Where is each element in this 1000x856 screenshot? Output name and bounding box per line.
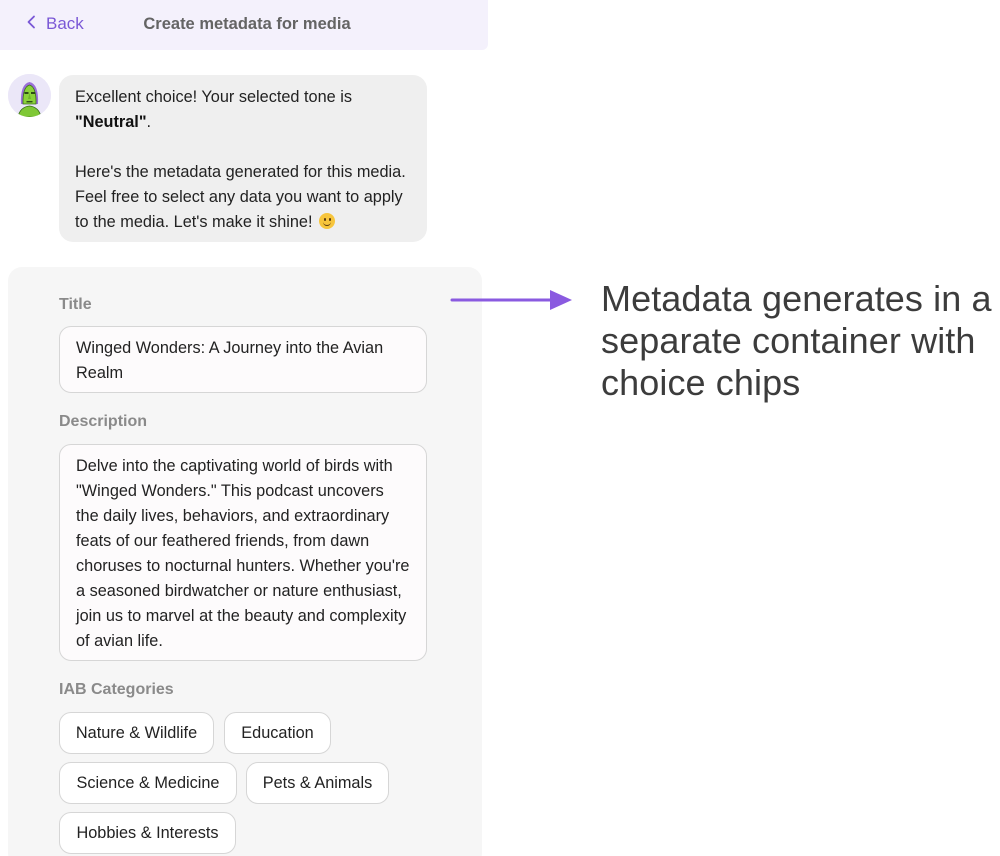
message-line-2: Here's the metadata generated for this m… [75,163,406,231]
message-period: . [146,113,152,131]
category-chip[interactable]: Pets & Animals [246,762,389,804]
assistant-message-bubble: Excellent choice! Your selected tone is … [59,75,427,242]
smiling-face-icon [319,213,336,229]
page-title: Create metadata for media [143,15,351,33]
title-label: Title [59,296,92,313]
message-line-1: Excellent choice! Your selected tone is [75,88,352,106]
category-chip[interactable]: Science & Medicine [59,762,237,804]
annotation-text: Metadata generates in a separate contain… [601,278,992,403]
title-field[interactable]: Winged Wonders: A Journey into the Avian… [59,326,427,393]
description-label: Description [59,413,148,430]
category-chip[interactable]: Education [224,712,331,754]
app-frame: Back Create metadata for media Excellent… [0,0,1000,856]
top-bar: Back Create metadata for media [0,0,488,50]
selected-tone: "Neutral" [75,113,147,131]
arrow-right-icon [450,290,572,310]
category-chip[interactable]: Nature & Wildlife [59,712,214,754]
assistant-avatar [8,74,51,117]
moai-mascot-icon [8,74,51,117]
description-field[interactable]: Delve into the captivating world of bird… [59,444,427,661]
categories-label: IAB Categories [59,681,174,698]
category-chip[interactable]: Hobbies & Interests [59,812,236,854]
